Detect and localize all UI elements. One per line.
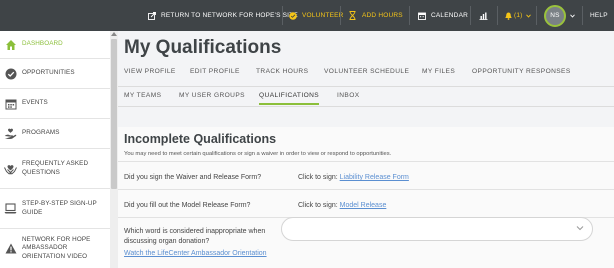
notifications-button[interactable]: (1) — [505, 0, 531, 31]
sidebar-item-label: OPPORTUNITIES — [22, 69, 75, 77]
scroll-up-icon[interactable] — [111, 32, 117, 36]
sidebar-item-signup-guide[interactable]: STEP-BY-STEP SIGN-UP GUIDE — [0, 189, 110, 229]
sidebar-item-programs[interactable]: PROGRAMS — [0, 119, 110, 149]
sidebar-item-faq[interactable]: FREQUENTLY ASKED QUESTIONS — [0, 149, 110, 189]
sidebar-item-label: EVENTS — [22, 99, 48, 107]
sidebar-item-dashboard[interactable]: DASHBOARD — [0, 31, 110, 59]
tab-edit-profile[interactable]: EDIT PROFILE — [190, 68, 240, 75]
chevron-down-icon — [525, 13, 531, 18]
topbar-divider — [282, 6, 283, 25]
hand-heart-icon — [4, 127, 17, 140]
volunteer-label: VOLUNTEER — [302, 12, 344, 19]
hourglass-icon — [349, 11, 356, 20]
section-description: You may need to meet certain qualificati… — [124, 151, 392, 157]
volunteer-link[interactable]: VOLUNTEER — [289, 0, 344, 31]
topbar-divider — [582, 6, 583, 25]
click-to-sign-label: Click to sign: — [298, 174, 338, 181]
tab-view-profile[interactable]: VIEW PROFILE — [124, 68, 176, 75]
organ-donation-question: Which word is considered inappropriate w… — [124, 228, 266, 245]
check-circle-icon — [289, 11, 297, 20]
notifications-count: (1) — [514, 12, 523, 19]
sidebar-item-label: PROGRAMS — [22, 129, 60, 137]
tab-my-teams[interactable]: MY TEAMS — [124, 92, 161, 99]
warning-icon — [4, 242, 17, 255]
topbar-divider — [497, 6, 498, 25]
tab-volunteer-schedule[interactable]: VOLUNTEER SCHEDULE — [324, 68, 409, 75]
avatar-initials: NS — [550, 12, 560, 19]
waiver-sign-prompt: Click to sign: Liability Release Form — [298, 174, 409, 181]
model-release-sign-prompt: Click to sign: Model Release — [298, 202, 386, 209]
incomplete-qualifications-panel: Incomplete Qualifications You may need t… — [118, 127, 614, 268]
topbar-divider — [409, 6, 410, 25]
model-release-link[interactable]: Model Release — [340, 202, 387, 209]
home-icon — [4, 38, 17, 51]
bar-chart-icon — [479, 12, 488, 20]
sidebar-item-opportunities[interactable]: OPPORTUNITIES — [0, 59, 110, 89]
section-title: Incomplete Qualifications — [124, 132, 277, 146]
topbar-divider — [536, 6, 537, 25]
tab-qualifications[interactable]: QUALIFICATIONS — [259, 92, 320, 105]
tab-opportunity-responses[interactable]: OPPORTUNITY RESPONSES — [472, 68, 571, 75]
answer-select[interactable] — [281, 217, 593, 241]
topbar-divider — [340, 6, 341, 25]
return-to-site-link[interactable]: RETURN TO NETWORK FOR HOPE'S SITE — [148, 0, 298, 31]
tab-track-hours[interactable]: TRACK HOURS — [256, 68, 308, 75]
top-bar: RETURN TO NETWORK FOR HOPE'S SITE VOLUNT… — [0, 0, 614, 31]
main-content: My Qualifications VIEW PROFILE EDIT PROF… — [118, 31, 614, 268]
ambassador-orientation-link[interactable]: Watch the LifeCenter Ambassador Orientat… — [124, 250, 267, 257]
stats-button[interactable] — [479, 0, 488, 31]
tabs-divider — [118, 86, 614, 87]
liability-release-form-link[interactable]: Liability Release Form — [340, 174, 409, 181]
return-to-site-label: RETURN TO NETWORK FOR HOPE'S SITE — [161, 12, 298, 19]
user-menu-button[interactable]: NS — [544, 0, 575, 31]
tab-my-user-groups[interactable]: MY USER GROUPS — [179, 92, 245, 99]
row-divider — [118, 189, 614, 190]
help-link[interactable]: HELP — [590, 0, 608, 31]
bell-icon — [505, 12, 512, 20]
chevron-down-icon — [576, 226, 584, 231]
laptop-icon — [4, 202, 17, 215]
calendar-icon — [418, 12, 426, 20]
scrollbar-thumb[interactable] — [111, 39, 117, 189]
calendar-icon — [4, 97, 17, 110]
chevron-down-icon — [570, 13, 575, 18]
topbar-divider — [470, 6, 471, 25]
sidebar-item-events[interactable]: EVENTS — [0, 89, 110, 119]
sidebar-item-orientation-video[interactable]: NETWORK FOR HOPE AMBASSADOR ORIENTATION … — [0, 229, 110, 268]
click-to-sign-label: Click to sign: — [298, 202, 338, 209]
check-circle-icon — [4, 67, 17, 80]
calendar-link[interactable]: CALENDAR — [418, 0, 468, 31]
add-hours-label: ADD HOURS — [362, 12, 403, 19]
external-link-icon — [148, 11, 156, 20]
tab-inbox[interactable]: INBOX — [337, 92, 360, 99]
tabs-divider — [118, 106, 614, 107]
calendar-label: CALENDAR — [431, 12, 468, 19]
heart-hands-icon — [4, 162, 17, 175]
row-divider — [118, 161, 614, 162]
tab-my-files[interactable]: MY FILES — [422, 68, 455, 75]
sidebar-scrollbar[interactable] — [110, 31, 118, 268]
sidebar-item-label: NETWORK FOR HOPE AMBASSADOR ORIENTATION … — [22, 235, 91, 260]
model-release-question: Did you fill out the Model Release Form? — [124, 202, 251, 209]
add-hours-link[interactable]: ADD HOURS — [349, 0, 403, 31]
sidebar-item-label: DASHBOARD — [22, 40, 63, 48]
waiver-question: Did you sign the Waiver and Release Form… — [124, 174, 262, 181]
sidebar-item-label: FREQUENTLY ASKED QUESTIONS — [22, 160, 89, 176]
avatar: NS — [544, 4, 566, 27]
page-title: My Qualifications — [124, 37, 282, 58]
sidebar-item-label: STEP-BY-STEP SIGN-UP GUIDE — [22, 200, 97, 216]
help-label: HELP — [590, 12, 608, 19]
sidebar: DASHBOARD OPPORTUNITIES EVENTS PROGRAMS … — [0, 31, 110, 268]
